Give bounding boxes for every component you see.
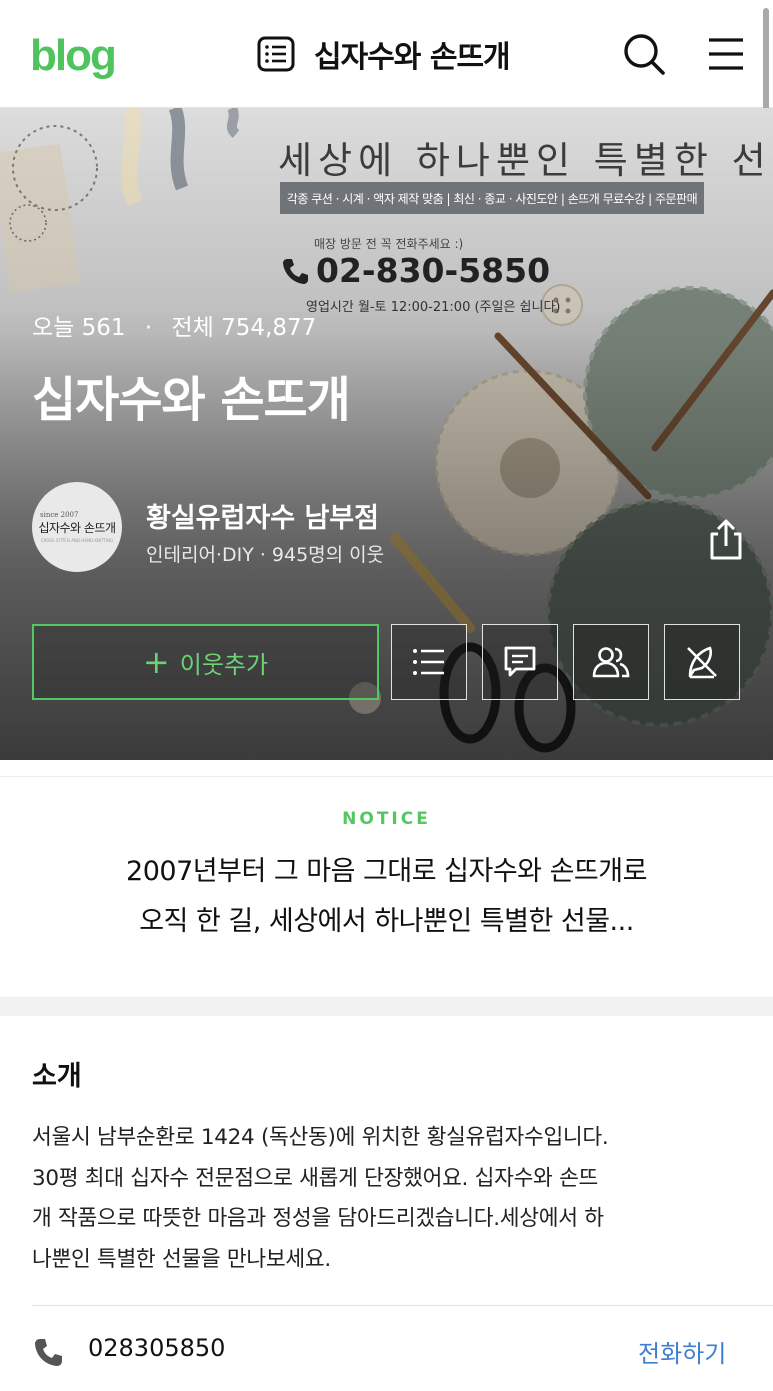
notice-line-1: 2007년부터 그 마음 그대로 십자수와 손뜨개로 (126, 856, 647, 887)
menu-button[interactable] (702, 30, 750, 78)
post-list-button[interactable] (391, 624, 467, 700)
banner-headline: 세상에 하나뿐인 특별한 선물 (278, 139, 773, 182)
avatar-subtitle: CROSS STITCH AND HAND KNITTING (40, 538, 114, 543)
top-bar: blog 십자수와 손뜨개 (0, 0, 773, 128)
pen-icon (687, 646, 717, 679)
list-icon (413, 649, 444, 675)
add-neighbor-label: 이웃추가 (179, 650, 269, 679)
blog-cover: 세상에 하나뿐인 특별한 선물 각종 쿠션 · 시계 · 액자 제작 맞춤 | … (0, 108, 773, 760)
phone-icon (35, 1339, 62, 1366)
add-neighbor-button[interactable]: + 이웃추가 (32, 624, 379, 700)
search-button[interactable] (620, 30, 668, 78)
banner-services: 각종 쿠션 · 시계 · 액자 제작 맞춤 | 최신 · 종교 · 사진도안 |… (280, 182, 704, 214)
banner-visit-note: 매장 방문 전 꼭 전화주세요 :) (314, 237, 464, 251)
notice-label: NOTICE (342, 809, 431, 829)
total-label: 전체 (171, 315, 214, 341)
visitor-stats: 오늘 561 · 전체 754,877 (32, 308, 316, 342)
intro-title: 소개 (32, 1061, 82, 1092)
owner-meta: 인테리어·DIY · 945명의 이웃 (146, 544, 385, 566)
neighbors-button[interactable] (573, 624, 649, 700)
chat-icon (504, 646, 536, 677)
phone-number: 028305850 (88, 1334, 226, 1362)
write-button[interactable] (664, 624, 740, 700)
banner-phone: 02-830-5850 (280, 251, 550, 290)
avatar[interactable]: since 2007 십자수와 손뜨개 CROSS STITCH AND HAN… (32, 482, 122, 572)
section-separator (0, 998, 773, 1016)
divider (32, 1305, 773, 1306)
blog-name: 십자수와 손뜨개 (32, 372, 351, 428)
banner-hours: 영업시간 월-토 12:00-21:00 (주일은 쉽니다) (306, 300, 561, 315)
stats-separator: · (144, 315, 153, 341)
intro-line-2: 30평 최대 십자수 전문점으로 새롭게 단장했어요. 십자수와 손뜨 (32, 1165, 599, 1191)
intro-line-3: 개 작품으로 따뜻한 마음과 정성을 담아드리겠습니다.세상에서 하 (32, 1206, 604, 1231)
banner-phone-number: 02-830-5850 (316, 251, 551, 290)
top-title-link[interactable]: 십자수와 손뜨개 (256, 30, 511, 78)
menu-icon (709, 38, 743, 70)
phone-icon (283, 258, 308, 284)
owner-name[interactable]: 황실유럽자수 남부점 (146, 496, 379, 535)
top-bar-title: 십자수와 손뜨개 (314, 40, 511, 75)
today-count: 561 (81, 315, 126, 341)
blog-logo[interactable]: blog (30, 28, 117, 84)
search-icon (624, 34, 665, 75)
total-count: 754,877 (221, 315, 317, 341)
share-button[interactable] (702, 516, 750, 564)
notice-section[interactable]: NOTICE 2007년부터 그 마음 그대로 십자수와 손뜨개로 오직 한 길… (0, 776, 773, 998)
posts-list-icon (257, 36, 295, 72)
notice-line-2: 오직 한 길, 세상에서 하나뿐인 특별한 선물... (139, 906, 634, 937)
plus-icon: + (142, 643, 170, 681)
intro-line-4: 나뿐인 특별한 선물을 만나보세요. (32, 1246, 331, 1272)
notice-text: 2007년부터 그 마음 그대로 십자수와 손뜨개로 오직 한 길, 세상에서 … (40, 847, 733, 947)
share-icon (710, 519, 742, 560)
today-label: 오늘 (32, 315, 75, 341)
intro-line-1: 서울시 남부순환로 1424 (독산동)에 위치한 황실유럽자수입니다. (32, 1125, 609, 1150)
call-button[interactable]: 전화하기 (638, 1334, 726, 1369)
guestbook-button[interactable] (482, 624, 558, 700)
avatar-name: 십자수와 손뜨개 (38, 521, 116, 535)
avatar-since: since 2007 (40, 511, 79, 519)
intro-text: 서울시 남부순환로 1424 (독산동)에 위치한 황실유럽자수입니다. 30평… (32, 1118, 744, 1280)
people-icon (592, 647, 630, 678)
